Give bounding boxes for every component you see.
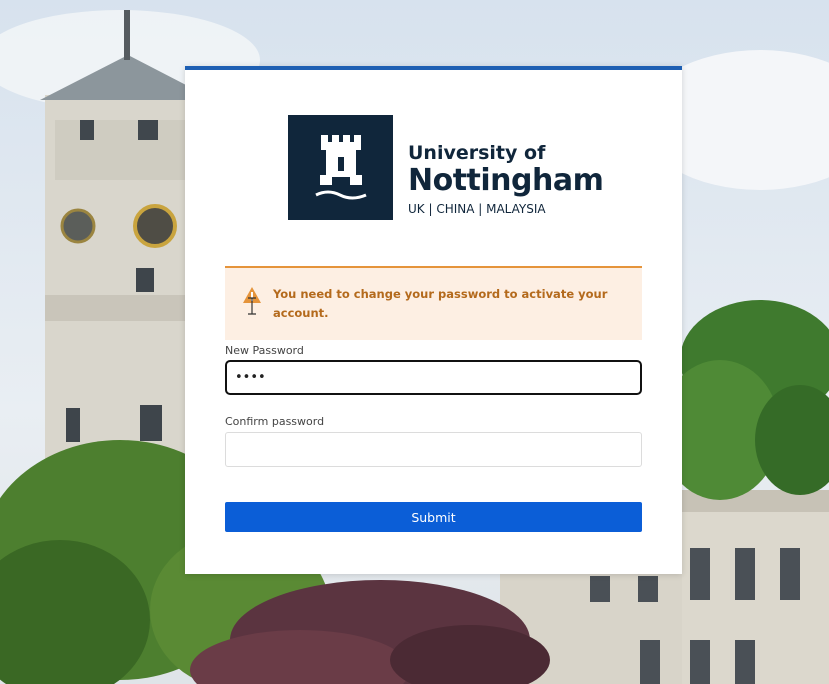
submit-button[interactable]: Submit bbox=[225, 502, 642, 532]
alert-message: You need to change your password to acti… bbox=[273, 287, 608, 320]
university-logo bbox=[288, 115, 393, 220]
university-name-line2: Nottingham bbox=[408, 163, 604, 198]
change-password-card: University of Nottingham UK | CHINA | MA… bbox=[185, 66, 682, 574]
new-password-input[interactable] bbox=[225, 360, 642, 395]
confirm-password-input[interactable] bbox=[225, 432, 642, 467]
university-name: University of Nottingham UK | CHINA | MA… bbox=[408, 142, 604, 218]
new-password-label: New Password bbox=[225, 344, 304, 357]
university-campuses: UK | CHINA | MALAYSIA bbox=[408, 202, 546, 216]
university-name-line1: University of bbox=[408, 142, 546, 164]
password-change-alert: You need to change your password to acti… bbox=[225, 266, 642, 340]
confirm-password-label: Confirm password bbox=[225, 415, 325, 428]
text-cursor-icon bbox=[248, 297, 256, 315]
castle-tower-icon bbox=[315, 135, 367, 200]
